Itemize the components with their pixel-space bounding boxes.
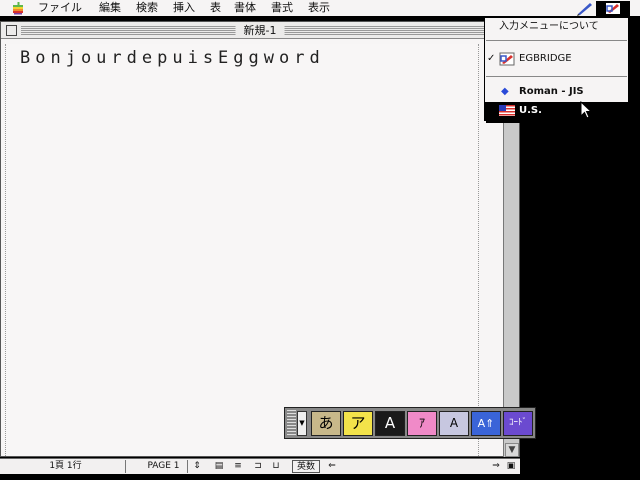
hiragana-mode-button[interactable]: あ xyxy=(311,411,341,436)
menu-search[interactable]: 検索 xyxy=(136,1,158,15)
scroll-right-arrow-icon[interactable]: ⇒ xyxy=(490,461,502,472)
halfwidth-alpha-button[interactable]: A xyxy=(439,411,469,436)
us-flag-icon xyxy=(499,105,515,116)
align-justify-icon[interactable]: ⊔ xyxy=(270,461,282,472)
egbridge-icon xyxy=(499,52,515,66)
document-window: 新規-1 BonjourdepuisEggword ▼ xyxy=(0,21,520,457)
menu-table[interactable]: 表 xyxy=(210,1,221,15)
align-right-icon[interactable]: ⊐ xyxy=(252,461,264,472)
page-indicator: PAGE 1 xyxy=(140,460,188,473)
menu-item-egbridge[interactable]: ✓ EGBRIDGE xyxy=(485,50,628,68)
resize-box-icon[interactable]: ▣ xyxy=(505,461,517,472)
apple-menu-icon[interactable] xyxy=(11,1,25,15)
mouse-cursor-icon xyxy=(580,101,593,119)
diamond-icon: ◆ xyxy=(501,86,509,97)
menu-insert[interactable]: 挿入 xyxy=(173,1,195,15)
palette-dropdown[interactable]: ▼ xyxy=(297,411,307,436)
caps-alpha-button[interactable]: A⇑ xyxy=(471,411,501,436)
palette-drag-handle[interactable] xyxy=(287,410,296,436)
page-stepper-icon[interactable]: ⇕ xyxy=(191,461,203,472)
menu-separator xyxy=(486,40,627,41)
pen-icon[interactable] xyxy=(575,1,595,16)
menu-item-label: U.S. xyxy=(519,105,542,116)
input-mode-indicator[interactable]: 英数 xyxy=(292,460,320,473)
menu-edit[interactable]: 編集 xyxy=(99,1,121,15)
scroll-down-arrow[interactable]: ▼ xyxy=(505,443,519,457)
menu-separator xyxy=(486,76,627,77)
fullwidth-alpha-button[interactable]: A xyxy=(375,411,405,436)
document-text[interactable]: BonjourdepuisEggword xyxy=(20,48,325,68)
code-input-button[interactable]: ｺｰﾄﾞ xyxy=(503,411,533,436)
menu-file[interactable]: ファイル xyxy=(38,1,82,15)
menu-item-about-input[interactable]: 入力メニューについて xyxy=(485,18,628,36)
ime-palette: ▼ あ ア A ｱ A A⇑ ｺｰﾄﾞ xyxy=(284,407,536,439)
close-box[interactable] xyxy=(6,25,17,36)
menu-item-label: EGBRIDGE xyxy=(519,53,572,64)
halfwidth-kana-button[interactable]: ｱ xyxy=(407,411,437,436)
input-method-menu[interactable] xyxy=(596,1,630,16)
menu-format[interactable]: 書式 xyxy=(271,1,293,15)
menu-bar: ファイル 編集 検索 挿入 表 書体 書式 表示 xyxy=(0,0,640,17)
status-bar: 1頁 1行 PAGE 1 ⇕ ▤ ≡ ⊐ ⊔ 英数 ⇐ ⇒ ▣ xyxy=(0,458,520,474)
menu-font[interactable]: 書体 xyxy=(234,1,256,15)
menu-item-us[interactable]: U.S. xyxy=(485,102,628,120)
align-center-icon[interactable]: ≡ xyxy=(232,461,244,472)
scroll-left-arrow-icon[interactable]: ⇐ xyxy=(326,461,338,472)
align-left-icon[interactable]: ▤ xyxy=(213,461,225,472)
input-method-dropdown: 入力メニューについて ✓ EGBRIDGE ◆ Roman - JIS U.S. xyxy=(484,17,629,121)
document-page[interactable]: BonjourdepuisEggword xyxy=(5,44,479,456)
line-position: 1頁 1行 xyxy=(6,460,126,473)
checkmark-icon: ✓ xyxy=(487,53,496,64)
window-title: 新規-1 xyxy=(235,23,285,38)
menu-item-label: Roman - JIS xyxy=(519,86,584,97)
menu-view[interactable]: 表示 xyxy=(308,1,330,15)
egbridge-icon xyxy=(606,3,620,14)
title-bar[interactable]: 新規-1 xyxy=(1,22,519,39)
menu-item-roman-jis[interactable]: ◆ Roman - JIS xyxy=(485,83,628,101)
katakana-mode-button[interactable]: ア xyxy=(343,411,373,436)
